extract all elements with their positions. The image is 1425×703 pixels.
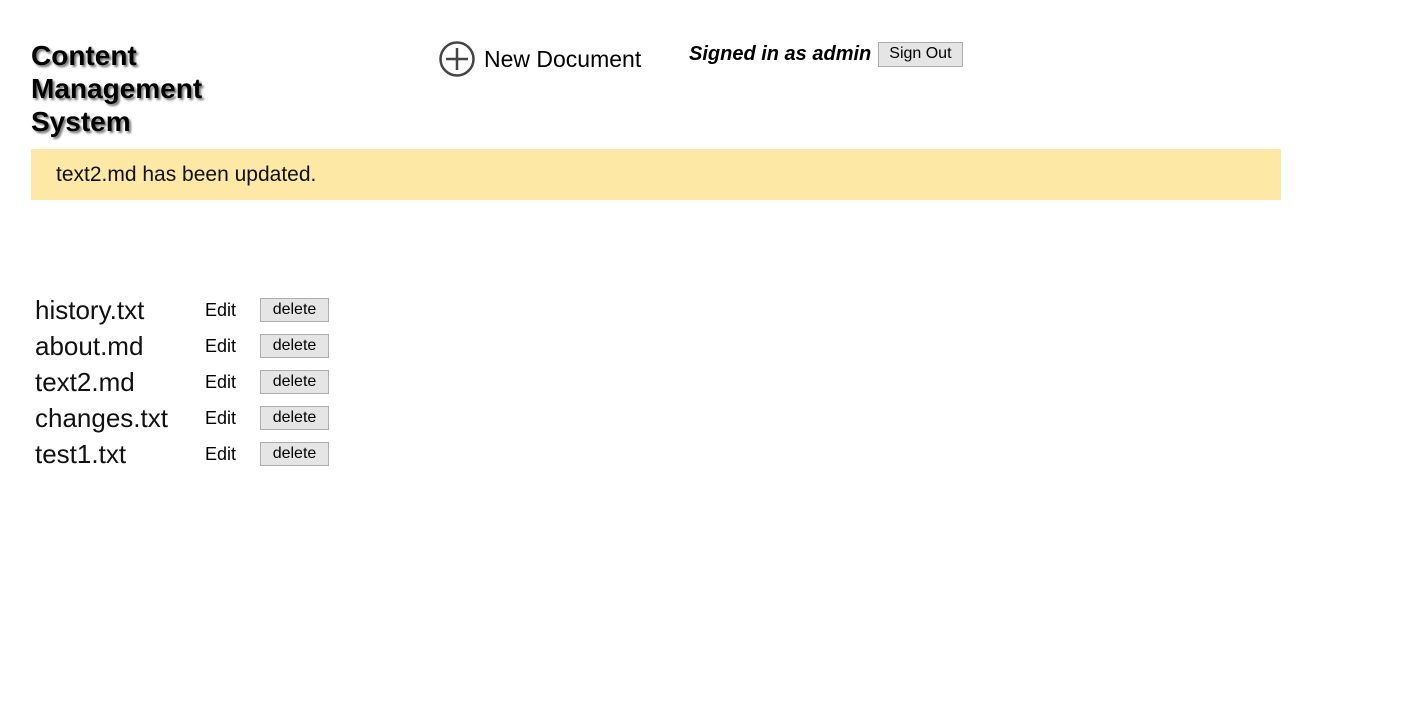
document-row: text2.md Edit delete — [35, 364, 329, 400]
document-row: test1.txt Edit delete — [35, 436, 329, 472]
new-document-label: New Document — [484, 46, 642, 72]
plus-circle-icon — [439, 41, 475, 77]
document-row: history.txt Edit delete — [35, 292, 329, 328]
edit-link[interactable]: Edit — [205, 444, 260, 465]
delete-button[interactable]: delete — [260, 442, 329, 466]
delete-button[interactable]: delete — [260, 406, 329, 430]
document-list: history.txt Edit delete about.md Edit de… — [35, 292, 329, 472]
document-link[interactable]: history.txt — [35, 295, 205, 326]
document-link[interactable]: about.md — [35, 331, 205, 362]
flash-message: text2.md has been updated. — [31, 149, 1281, 200]
page: Content Management System New Document S… — [0, 0, 1425, 703]
document-row: changes.txt Edit delete — [35, 400, 329, 436]
new-document-link[interactable]: New Document — [439, 41, 641, 77]
delete-button[interactable]: delete — [260, 334, 329, 358]
signed-in-status: Signed in as admin — [689, 42, 872, 65]
delete-button[interactable]: delete — [260, 370, 329, 394]
edit-link[interactable]: Edit — [205, 336, 260, 357]
document-row: about.md Edit delete — [35, 328, 329, 364]
edit-link[interactable]: Edit — [205, 408, 260, 429]
user-area: Signed in as admin Sign Out — [689, 41, 963, 67]
document-link[interactable]: test1.txt — [35, 439, 205, 470]
document-link[interactable]: changes.txt — [35, 403, 205, 434]
sign-out-button[interactable]: Sign Out — [878, 41, 963, 67]
document-link[interactable]: text2.md — [35, 367, 205, 398]
edit-link[interactable]: Edit — [205, 372, 260, 393]
edit-link[interactable]: Edit — [205, 300, 260, 321]
delete-button[interactable]: delete — [260, 298, 329, 322]
site-title: Content Management System — [31, 40, 203, 137]
